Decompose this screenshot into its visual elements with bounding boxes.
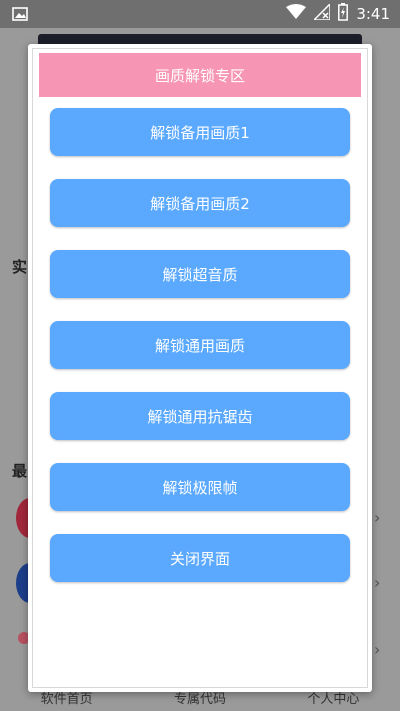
background-section-label: 实 xyxy=(12,258,28,276)
wifi-icon xyxy=(286,4,307,24)
chevron-right-icon: › xyxy=(374,508,381,527)
image-icon xyxy=(12,6,28,26)
unlock-backup-quality-1-button[interactable]: 解锁备用画质1 xyxy=(50,108,350,156)
unlock-antialiasing-button[interactable]: 解锁通用抗锯齿 xyxy=(50,392,350,440)
signal-off-icon xyxy=(312,2,332,24)
close-dialog-button[interactable]: 关闭界面 xyxy=(50,534,350,582)
chevron-right-icon: › xyxy=(374,573,381,592)
background-section-label: 最 xyxy=(12,462,28,480)
battery-charging-icon xyxy=(338,3,349,25)
unlock-general-quality-button[interactable]: 解锁通用画质 xyxy=(50,321,350,369)
unlock-backup-quality-2-button[interactable]: 解锁备用画质2 xyxy=(50,179,350,227)
dialog-title: 画质解锁专区 xyxy=(39,53,361,97)
unlock-max-framerate-button[interactable]: 解锁极限帧 xyxy=(50,463,350,511)
dialog-panel: 画质解锁专区 解锁备用画质1 解锁备用画质2 解锁超音质 解锁通用画质 解锁通用… xyxy=(32,48,368,688)
chevron-right-icon: › xyxy=(374,640,381,659)
unlock-super-audio-button[interactable]: 解锁超音质 xyxy=(50,250,350,298)
status-bar: 3:41 xyxy=(0,0,400,28)
status-time: 3:41 xyxy=(356,5,390,23)
unlock-dialog: 画质解锁专区 解锁备用画质1 解锁备用画质2 解锁超音质 解锁通用画质 解锁通用… xyxy=(28,44,372,692)
